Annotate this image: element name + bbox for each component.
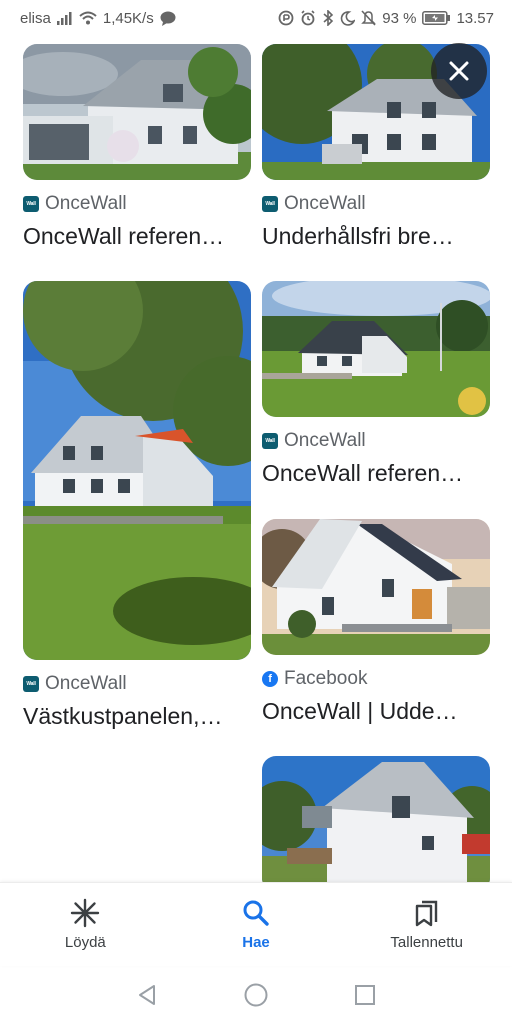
- wifi-icon: [79, 11, 97, 25]
- nav-label-search: Hae: [242, 934, 270, 951]
- result-title[interactable]: Västkustpanelen,…: [23, 703, 251, 730]
- result-thumbnail[interactable]: [262, 519, 490, 655]
- result-thumbnail[interactable]: [23, 281, 251, 660]
- result-card[interactable]: Wall OnceWall OnceWall referen…: [23, 44, 251, 250]
- oncewall-logo-icon: Wall: [262, 196, 278, 212]
- source-name: Facebook: [284, 668, 368, 689]
- carrier-name: elisa: [20, 9, 51, 27]
- nav-item-discover[interactable]: Löydä: [0, 883, 171, 966]
- alarm-icon: [300, 10, 316, 26]
- result-card[interactable]: f Facebook OnceWall | Udde…: [262, 519, 490, 725]
- close-icon: [449, 61, 469, 81]
- data-saver-icon: [278, 10, 294, 26]
- nav-label-discover: Löydä: [64, 934, 106, 951]
- result-card[interactable]: Wall OnceWall Västkustpanelen,…: [23, 281, 251, 730]
- source-name: OnceWall: [45, 193, 127, 214]
- discover-asterisk-icon: [71, 898, 100, 928]
- status-right: 93 % 13.57: [278, 10, 494, 27]
- result-thumbnail[interactable]: [23, 44, 251, 180]
- nav-item-search[interactable]: Hae: [171, 883, 342, 966]
- result-thumbnail[interactable]: [262, 756, 490, 882]
- result-title[interactable]: OnceWall referen…: [262, 460, 490, 487]
- saved-bookmarks-icon: [415, 900, 437, 927]
- oncewall-logo-icon: Wall: [262, 433, 278, 449]
- result-title[interactable]: Underhållsfri bre…: [262, 223, 490, 250]
- battery-percent: 93 %: [382, 9, 417, 27]
- network-speed: 1,45K/s: [102, 9, 154, 27]
- result-thumbnail[interactable]: [262, 281, 490, 417]
- image-results-grid: Wall OnceWall OnceWall referen… Wall Onc…: [0, 36, 512, 882]
- nav-label-saved: Tallennettu: [390, 934, 463, 951]
- result-title[interactable]: OnceWall | Udde…: [262, 698, 490, 725]
- result-source[interactable]: Wall OnceWall: [23, 672, 251, 696]
- moon-icon: [340, 10, 356, 26]
- status-left: elisa 1,45K/s: [20, 10, 176, 27]
- signal-icon: [56, 11, 73, 25]
- source-name: OnceWall: [45, 673, 127, 694]
- recents-icon[interactable]: [353, 983, 377, 1007]
- oncewall-logo-icon: Wall: [23, 676, 39, 692]
- result-card[interactable]: [262, 756, 490, 882]
- search-icon: [243, 900, 269, 926]
- result-source[interactable]: Wall OnceWall: [23, 192, 251, 216]
- status-bar: elisa 1,45K/s 93 % 13.57: [0, 0, 512, 36]
- battery-icon: [422, 11, 451, 25]
- system-navigation-bar: [0, 966, 512, 1024]
- source-name: OnceWall: [284, 193, 366, 214]
- bluetooth-icon: [322, 10, 334, 26]
- nav-item-saved[interactable]: Tallennettu: [341, 883, 512, 966]
- result-source[interactable]: f Facebook: [262, 667, 490, 691]
- close-button[interactable]: [431, 43, 487, 99]
- result-source[interactable]: Wall OnceWall: [262, 192, 490, 216]
- result-source[interactable]: Wall OnceWall: [262, 429, 490, 453]
- message-icon: [160, 11, 176, 26]
- oncewall-logo-icon: Wall: [23, 196, 39, 212]
- facebook-logo-icon: f: [262, 671, 278, 687]
- result-card[interactable]: Wall OnceWall OnceWall referen…: [262, 281, 490, 487]
- clock-time: 13.57: [456, 9, 494, 27]
- source-name: OnceWall: [284, 430, 366, 451]
- bottom-navigation: Löydä Hae Tallennettu: [0, 882, 512, 966]
- home-icon[interactable]: [243, 982, 269, 1008]
- back-icon[interactable]: [135, 983, 159, 1007]
- result-title[interactable]: OnceWall referen…: [23, 223, 251, 250]
- mute-icon: [361, 10, 377, 26]
